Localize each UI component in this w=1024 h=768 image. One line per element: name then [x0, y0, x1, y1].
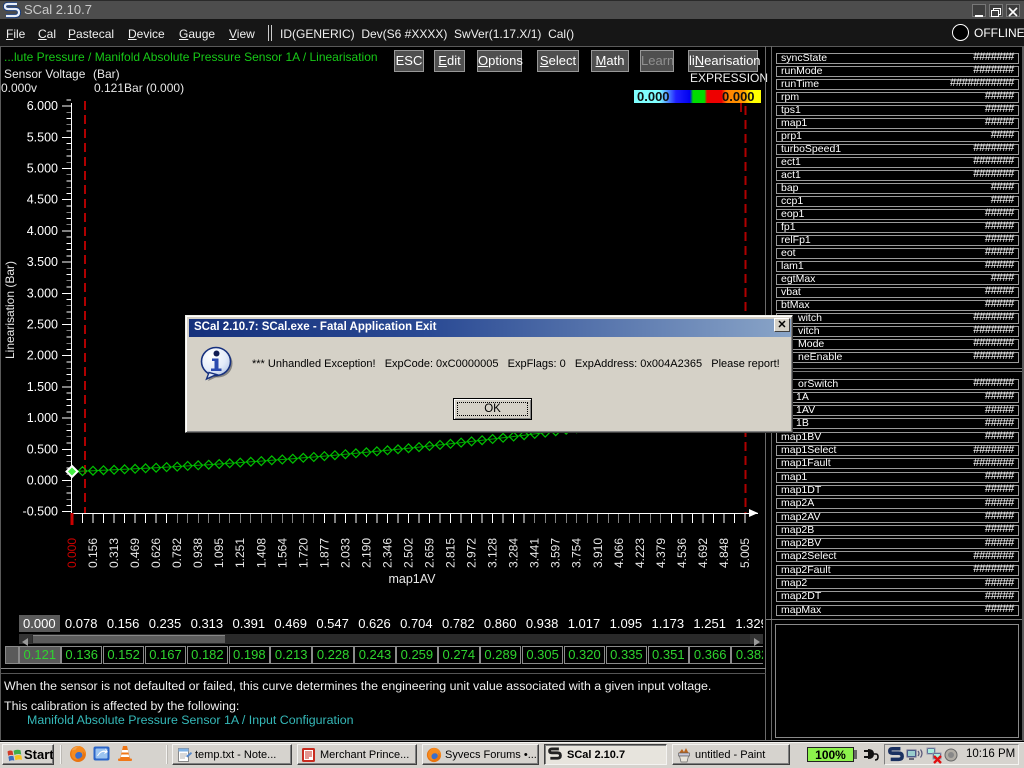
svg-text:4.692: 4.692 — [696, 538, 710, 568]
svg-text:1.720: 1.720 — [296, 538, 310, 568]
svg-text:2.346: 2.346 — [381, 538, 395, 568]
svg-text:3.597: 3.597 — [549, 538, 563, 568]
svg-text:2.502: 2.502 — [402, 538, 416, 568]
svg-text:3.000: 3.000 — [27, 286, 58, 300]
svg-text:6.000: 6.000 — [27, 99, 58, 113]
svg-text:0.938: 0.938 — [191, 538, 205, 568]
svg-text:0.156: 0.156 — [86, 538, 100, 568]
svg-text:1.095: 1.095 — [212, 538, 226, 568]
svg-text:1.564: 1.564 — [275, 538, 289, 568]
svg-text:5.000: 5.000 — [27, 162, 58, 176]
svg-text:2.815: 2.815 — [444, 538, 458, 568]
svg-text:3.284: 3.284 — [507, 538, 521, 568]
svg-text:3.128: 3.128 — [486, 538, 500, 568]
svg-text:1.500: 1.500 — [27, 380, 58, 394]
svg-text:1.000: 1.000 — [27, 411, 58, 425]
svg-text:0.469: 0.469 — [128, 538, 142, 568]
svg-text:4.848: 4.848 — [717, 538, 731, 568]
svg-text:0.626: 0.626 — [149, 538, 163, 568]
svg-text:Linearisation (Bar): Linearisation (Bar) — [3, 261, 17, 359]
svg-text:0.000: 0.000 — [27, 474, 58, 488]
svg-text:map1AV: map1AV — [388, 572, 436, 586]
svg-text:1.251: 1.251 — [233, 538, 247, 568]
svg-text:2.190: 2.190 — [359, 538, 373, 568]
svg-text:0.782: 0.782 — [170, 538, 184, 568]
svg-text:3.500: 3.500 — [27, 255, 58, 269]
svg-text:2.972: 2.972 — [465, 538, 479, 568]
svg-text:-0.500: -0.500 — [23, 505, 58, 519]
svg-text:5.500: 5.500 — [27, 130, 58, 144]
svg-text:3.754: 3.754 — [570, 538, 584, 568]
svg-text:2.000: 2.000 — [27, 349, 58, 363]
svg-text:5.005: 5.005 — [738, 538, 752, 568]
svg-text:4.000: 4.000 — [27, 224, 58, 238]
svg-text:4.500: 4.500 — [27, 193, 58, 207]
svg-text:1.408: 1.408 — [254, 538, 268, 568]
svg-text:1.877: 1.877 — [317, 538, 331, 568]
svg-text:3.910: 3.910 — [591, 538, 605, 568]
svg-text:4.066: 4.066 — [612, 538, 626, 568]
svg-text:2.033: 2.033 — [338, 538, 352, 568]
svg-text:4.379: 4.379 — [654, 538, 668, 568]
svg-text:4.223: 4.223 — [633, 538, 647, 568]
svg-text:3.441: 3.441 — [528, 538, 542, 568]
svg-text:0.313: 0.313 — [107, 538, 121, 568]
svg-text:0.500: 0.500 — [27, 442, 58, 456]
svg-text:4.536: 4.536 — [675, 538, 689, 568]
svg-text:2.659: 2.659 — [423, 538, 437, 568]
svg-text:0.000: 0.000 — [65, 538, 79, 568]
svg-text:2.500: 2.500 — [27, 318, 58, 332]
